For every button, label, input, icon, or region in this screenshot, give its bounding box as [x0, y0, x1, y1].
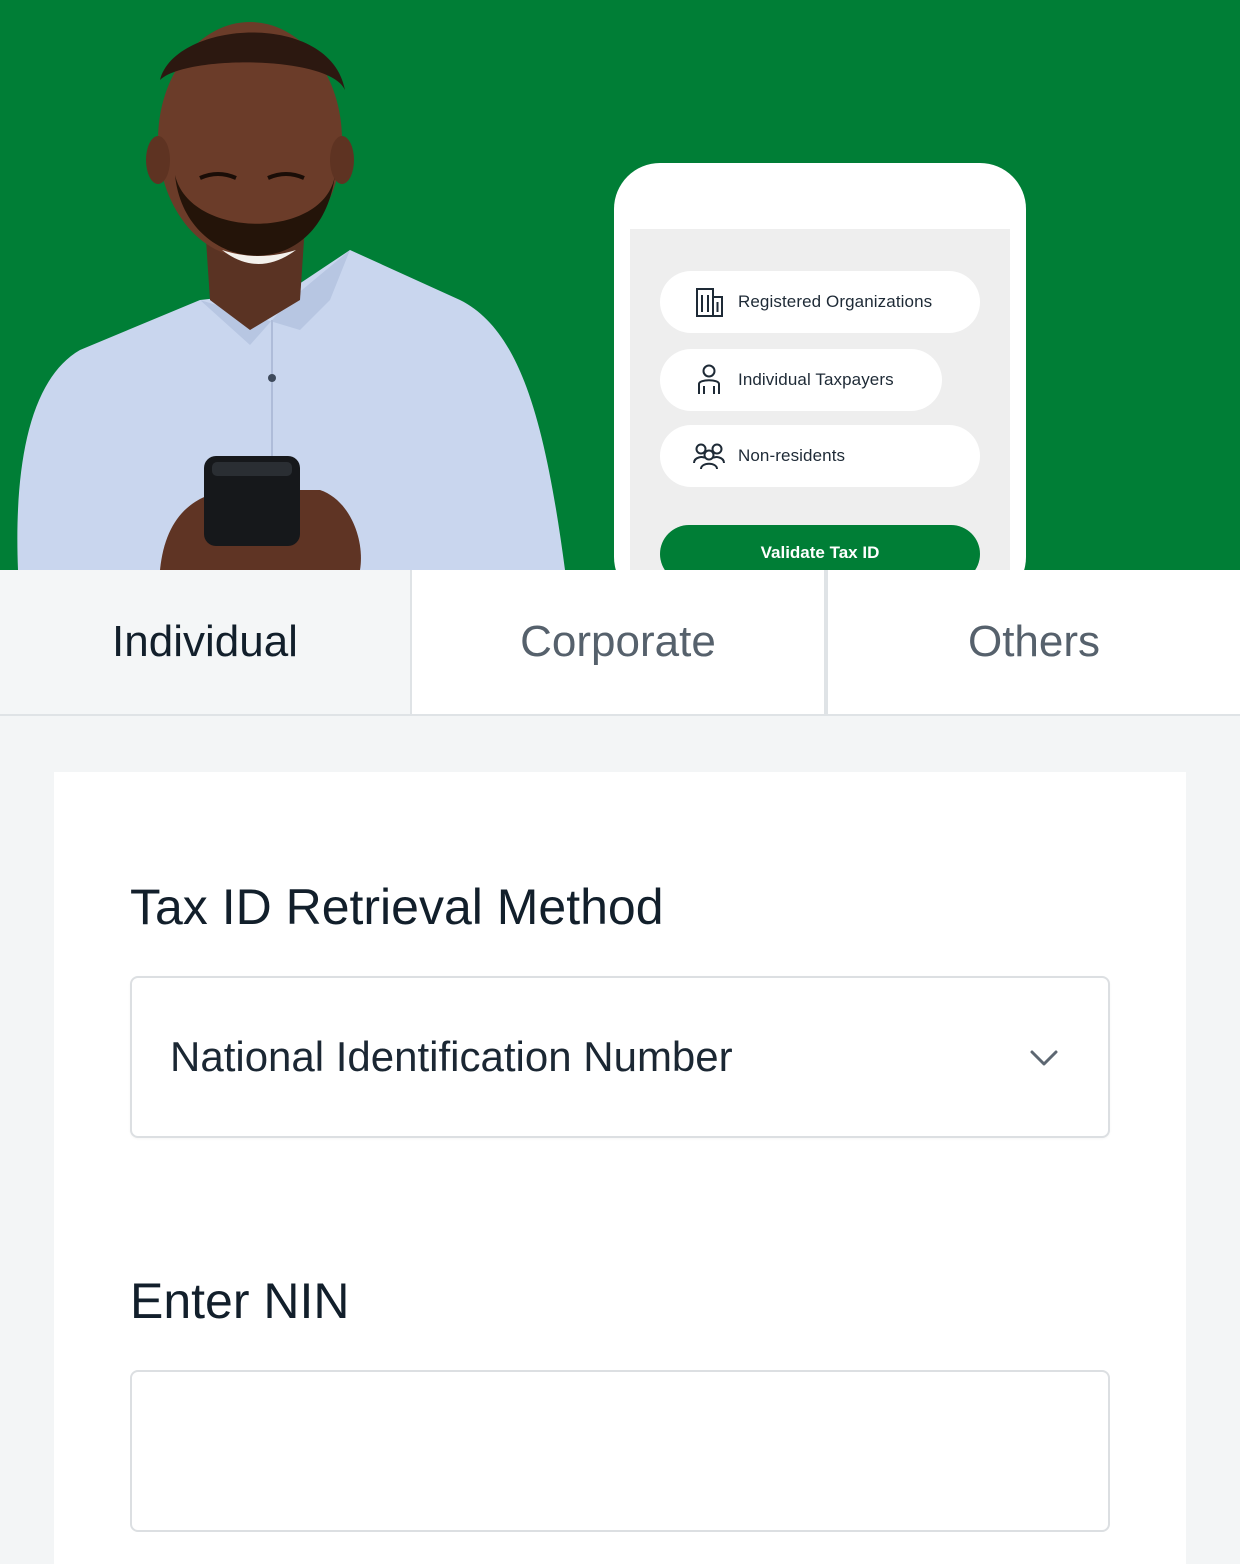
nin-input[interactable]	[130, 1370, 1110, 1532]
hero-banner: Registered Organizations Individual Taxp…	[0, 0, 1240, 570]
tab-others[interactable]: Others	[828, 570, 1240, 714]
option-label: Registered Organizations	[738, 292, 933, 311]
person-holding-phone-image	[17, 22, 565, 570]
person-icon	[692, 363, 726, 397]
nin-label: Enter NIN	[130, 1273, 350, 1329]
taxpayer-type-tabs: Individual Corporate Others	[0, 570, 1240, 716]
validate-tax-id-button: Validate Tax ID	[660, 525, 980, 570]
phone-screen: Registered Organizations Individual Taxp…	[630, 229, 1010, 570]
option-label: Individual Taxpayers	[738, 370, 894, 389]
option-registered-organizations: Registered Organizations	[660, 271, 980, 333]
option-non-residents: Non-residents	[660, 425, 980, 487]
page: Registered Organizations Individual Taxp…	[0, 0, 1240, 1564]
tab-individual[interactable]: Individual	[0, 570, 410, 714]
form-area: Tax ID Retrieval Method National Identif…	[0, 716, 1240, 1564]
retrieval-method-label: Tax ID Retrieval Method	[130, 879, 664, 935]
selected-method-value: National Identification Number	[170, 1033, 733, 1080]
option-label: Non-residents	[738, 446, 846, 465]
form-card: Tax ID Retrieval Method National Identif…	[54, 772, 1186, 1564]
building-icon	[692, 285, 726, 319]
group-icon	[692, 439, 726, 473]
tab-corporate[interactable]: Corporate	[412, 570, 824, 714]
option-individual-taxpayers: Individual Taxpayers	[660, 349, 942, 411]
phone-mockup: Registered Organizations Individual Taxp…	[614, 163, 1026, 570]
retrieval-method-select[interactable]: National Identification Number	[130, 976, 1110, 1138]
chevron-down-icon	[1030, 1050, 1058, 1066]
